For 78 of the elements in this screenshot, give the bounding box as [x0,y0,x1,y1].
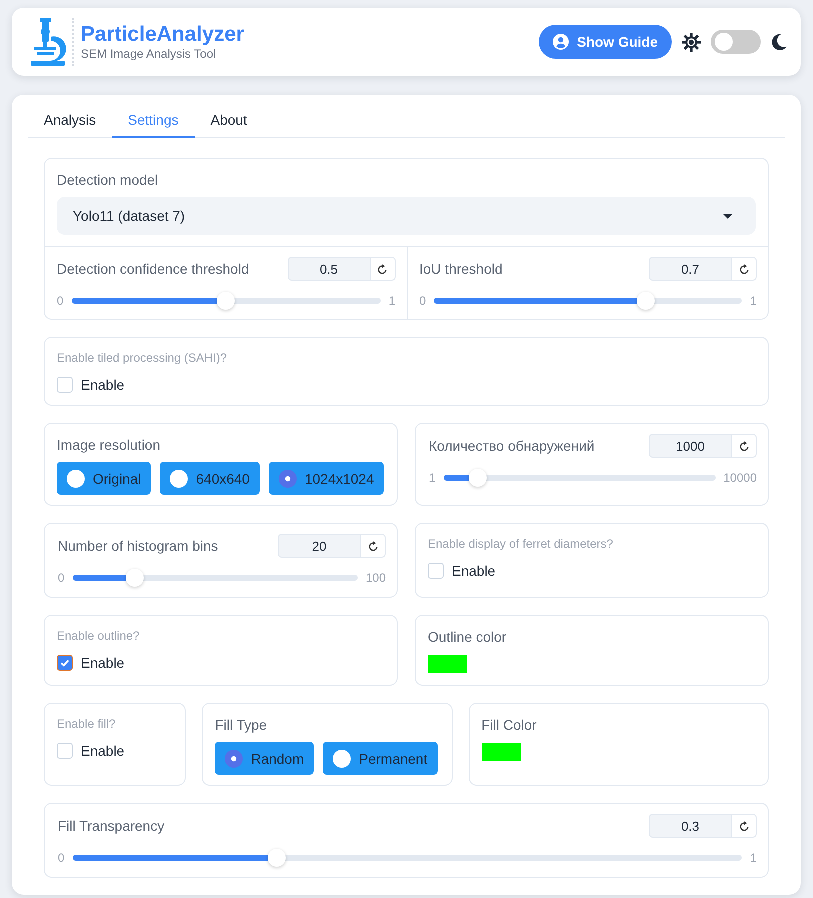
show-guide-button[interactable]: Show Guide [539,25,672,59]
field-label: Enable tiled processing (SAHI)? [57,350,228,366]
field-label: Enable outline? [57,628,141,644]
theme-toggle[interactable] [711,30,761,54]
radio-option[interactable]: Permanent [323,742,438,775]
slider-thumb[interactable] [469,469,488,487]
slider-max-label: 1 [388,294,396,308]
slider-max-label: 1 [750,851,757,865]
reset-button[interactable] [731,814,757,838]
radio-option[interactable]: Random [215,742,314,775]
tab[interactable]: Settings [112,103,195,138]
color-swatch[interactable] [428,655,467,673]
slider-min-label: 0 [420,294,426,308]
checkbox[interactable] [428,563,444,579]
field-label: Number of histogram bins [58,537,218,555]
reset-icon [738,820,750,832]
radio-option[interactable]: 640x640 [160,462,260,495]
app-subtitle: SEM Image Analysis Tool [81,47,218,61]
slider-max-label: 1 [750,294,757,308]
field-label: Fill Type [215,716,268,734]
color-swatch[interactable] [482,743,521,761]
slider-max-label: 10000 [724,471,757,485]
checkbox-label[interactable]: Enable [81,377,125,393]
field-label: Outline color [428,628,508,646]
sun-icon [682,32,701,52]
reset-button[interactable] [360,534,386,558]
slider-thumb[interactable] [217,292,236,310]
reset-button[interactable] [731,257,757,281]
field-label: Количество обнаружений [429,437,595,455]
checkbox-label[interactable]: Enable [81,743,125,759]
moon-icon [772,34,787,50]
slider-thumb[interactable] [126,569,144,587]
field-label: Detection model [57,171,160,189]
slider-track[interactable] [72,292,381,310]
field-label: Detection confidence threshold [57,260,250,278]
value-field[interactable]: 0.5 [288,257,370,281]
tab[interactable]: About [194,103,264,138]
slider-min-label: 0 [58,571,65,585]
checkbox[interactable] [57,655,73,671]
reset-button[interactable] [370,257,396,281]
checkmark-icon [59,657,71,669]
app-title: ParticleAnalyzer [81,23,244,47]
radio-option[interactable]: Original [57,462,152,495]
reset-icon [377,264,388,274]
reset-icon [738,264,750,274]
field-label: Enable display of ferret diameters? [428,536,614,552]
model-dropdown[interactable]: Yolo11 (dataset 7) [57,197,756,235]
value-field[interactable]: 1000 [649,434,731,458]
field-label: Image resolution [57,436,162,454]
checkbox[interactable] [57,743,73,759]
slider-track[interactable] [444,469,716,487]
field-label: Fill Color [482,716,538,734]
slider-track[interactable] [72,569,358,587]
field-label: IoU threshold [420,260,503,278]
field-label: Enable fill? [57,716,117,732]
value-field[interactable]: 0.7 [649,257,731,281]
user-icon [553,34,570,50]
slider-min-label: 0 [57,294,64,308]
slider-max-label: 100 [366,571,386,585]
field-label: Fill Transparency [58,817,165,835]
value-field[interactable]: 0.3 [649,814,731,838]
checkbox-label[interactable]: Enable [452,563,496,579]
radio-option[interactable]: 1024x1024 [268,462,384,495]
reset-icon [368,540,378,552]
checkbox[interactable] [57,377,73,393]
reset-button[interactable] [731,434,757,458]
value-field[interactable]: 20 [278,534,360,558]
slider-thumb[interactable] [637,292,656,310]
caret-icon [723,214,733,218]
reset-icon [738,440,750,452]
tab[interactable]: Analysis [28,103,112,138]
slider-thumb[interactable] [268,849,286,867]
slider-min-label: 0 [58,851,65,865]
slider-track[interactable] [72,849,742,867]
microscope-icon [30,18,66,66]
slider-track[interactable] [434,292,742,310]
checkbox-label[interactable]: Enable [81,655,125,671]
slider-min-label: 1 [429,471,436,485]
